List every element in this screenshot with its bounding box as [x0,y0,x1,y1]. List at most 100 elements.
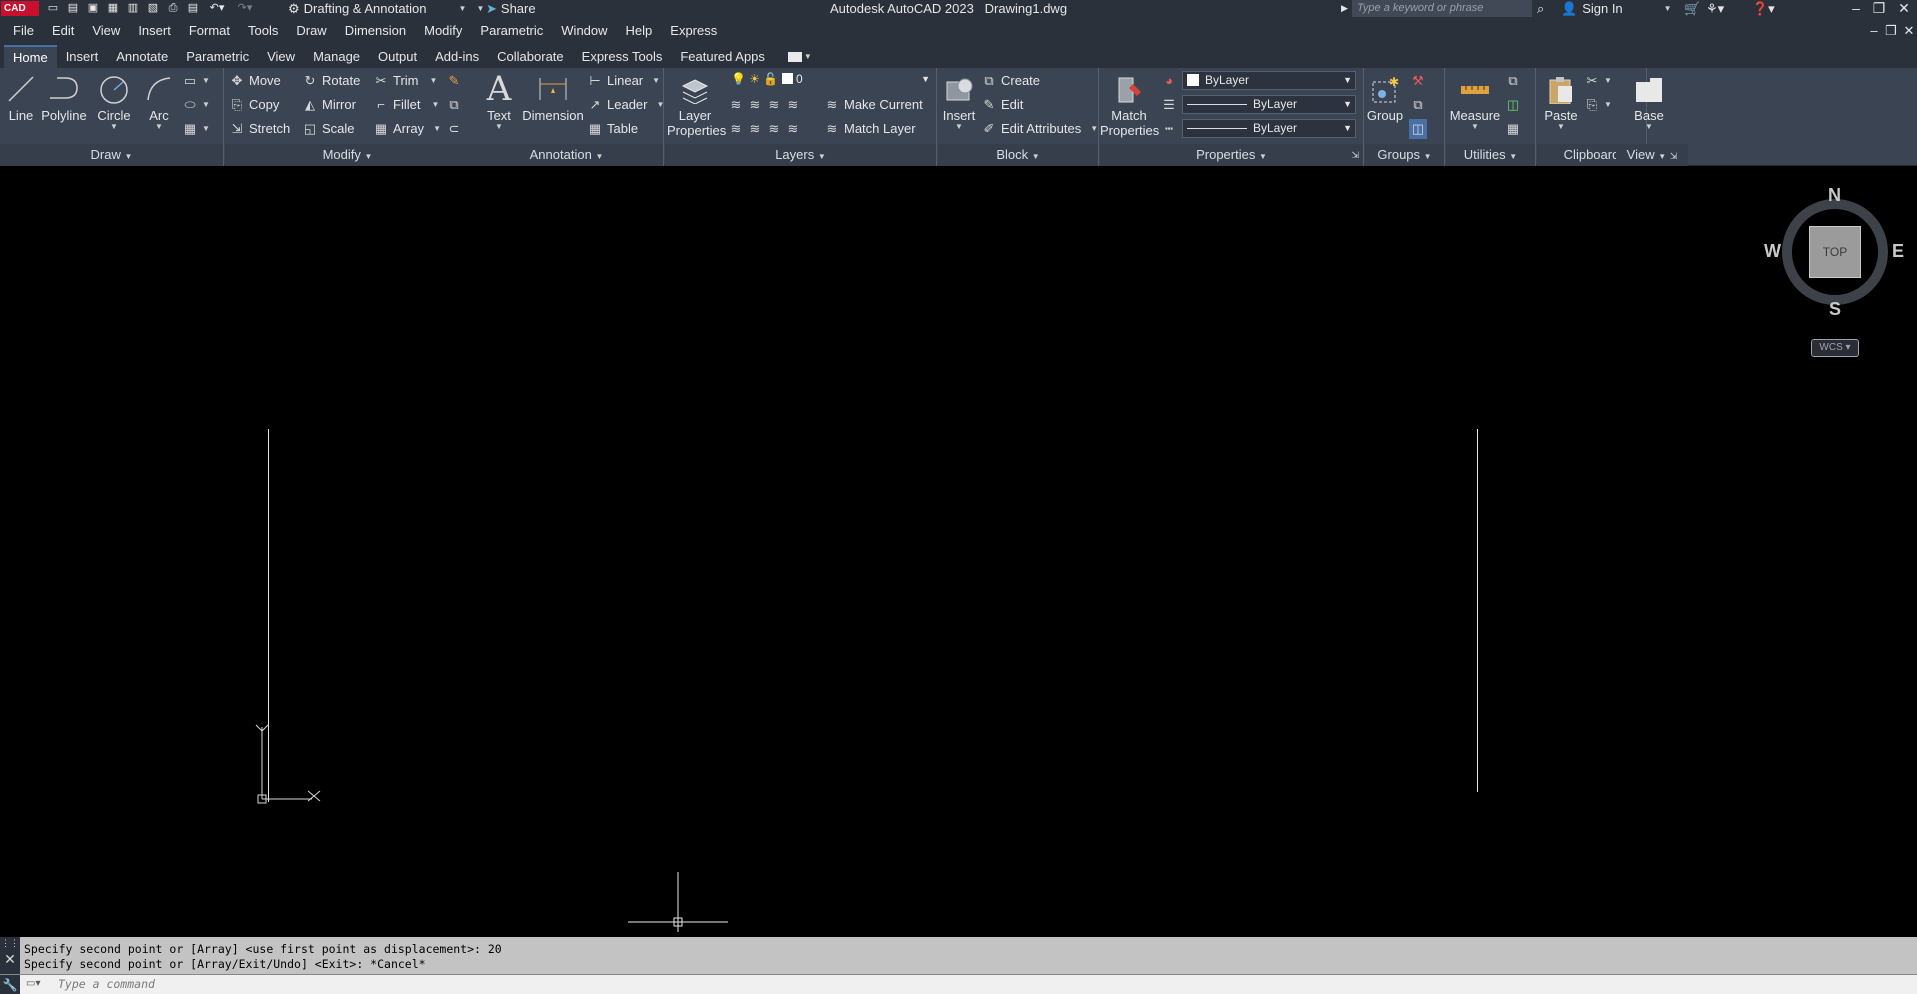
help-icon[interactable]: ❓▾ [1752,0,1775,17]
menu-modify[interactable]: Modify [418,17,474,45]
quick-select-icon[interactable]: ⧉ [1506,71,1520,91]
edit-attributes-button[interactable]: ✐ Edit Attributes ▼ [982,119,1099,139]
tab-collaborate[interactable]: Collaborate [488,45,573,68]
search-expand-icon[interactable]: ▶ [1341,0,1348,17]
compass-west[interactable]: W [1764,241,1781,262]
close-button[interactable]: ✕ [1893,0,1915,17]
layer-thaw-icon[interactable]: ≋ [767,122,781,136]
tab-home[interactable]: Home [4,45,57,68]
base-view-button[interactable]: Base ▼ [1616,74,1682,131]
minimize-button[interactable]: – [1845,0,1867,17]
paste-button[interactable]: Paste ▼ [1539,74,1583,131]
ungroup-icon[interactable]: ⚒ [1411,71,1425,91]
rotate-button[interactable]: ↻ Rotate [303,71,361,91]
move-button[interactable]: ✥ Move [230,71,281,91]
menu-view[interactable]: View [86,17,132,45]
group-edit-icon[interactable]: ⧉ [1411,95,1425,115]
new-icon[interactable]: ▭ [46,1,60,15]
menu-draw[interactable]: Draw [290,17,338,45]
save-icon[interactable]: ▣ [86,1,100,15]
panel-title-block[interactable]: Block ▼ [938,144,1098,166]
leader-button[interactable]: ↗ Leader ▼ [588,95,665,115]
restore-button[interactable]: ❐ [1868,0,1890,17]
customize-qat-icon[interactable]: ▼ [476,0,484,17]
tab-manage[interactable]: Manage [304,45,369,68]
arc-button[interactable]: Arc ▼ [142,74,176,131]
plot-icon[interactable]: ⎙ [166,1,180,15]
ribbon-minimize-toggle[interactable]: ▼ [787,45,812,68]
workspace-switcher[interactable]: ⚙ Drafting & Annotation ▼ ▼ [288,0,484,17]
drawing-canvas[interactable] [0,167,1917,937]
measure-button[interactable]: Measure ▼ [1448,74,1502,131]
recent-commands-icon[interactable]: ▭▾ [26,978,40,989]
compass-north[interactable]: N [1828,185,1841,206]
menu-format[interactable]: Format [183,17,242,45]
tab-featured-apps[interactable]: Featured Apps [671,45,774,68]
open-icon[interactable]: ▤ [66,1,80,15]
trim-button[interactable]: ✂ Trim ▼ [374,71,438,91]
wcs-menu[interactable]: WCS ▾ [1811,339,1859,357]
linear-button[interactable]: ⊢ Linear ▼ [588,71,660,91]
erase-button[interactable]: ✎ [447,71,461,91]
cart-icon[interactable]: 🛒 [1684,0,1700,17]
dimension-button[interactable]: Dimension [520,74,586,123]
layer-properties-button[interactable]: Layer Properties [667,74,726,138]
layer-unisolate-icon[interactable]: ≋ [748,122,762,136]
linetype-icon[interactable]: ┅ [1162,119,1176,139]
close-command-icon[interactable]: ✕ [0,949,20,969]
autodesk-app-icon[interactable]: ⚘▾ [1706,0,1724,17]
layer-off-icon[interactable]: ≋ [729,98,743,112]
hatch-button[interactable]: ⬭ ▼ [183,95,209,115]
autocad-logo[interactable]: CAD [1,1,39,16]
layer-unlock-icon[interactable]: ≋ [786,122,800,136]
panel-title-draw[interactable]: Draw ▼ [0,144,223,166]
tab-view[interactable]: View [258,45,304,68]
lineweight-icon[interactable]: ☰ [1162,95,1176,115]
fillet-button[interactable]: ⌐ Fillet ▼ [374,95,439,115]
insert-block-button[interactable]: Insert ▼ [940,74,978,131]
array-button[interactable]: ▦ Array ▼ [374,119,441,139]
customize-wrench-icon[interactable]: 🔧 [0,975,20,994]
group-button[interactable]: ✱ Group [1365,74,1405,123]
make-current-button[interactable]: ≋ Make Current [825,95,923,115]
menu-insert[interactable]: Insert [132,17,183,45]
drawn-line-right[interactable] [1477,429,1478,792]
boundary-button[interactable]: ▦ ▼ [183,119,210,139]
tab-parametric[interactable]: Parametric [177,45,258,68]
undo-icon[interactable]: ↶▾ [206,1,228,15]
doc-restore-button[interactable]: ❐ [1881,17,1901,45]
compass-south[interactable]: S [1829,299,1841,320]
panel-title-view[interactable]: View ▼ ⇲ [1616,144,1688,166]
search-icon[interactable]: ⌕ [1537,0,1544,17]
color-wheel-icon[interactable]: ◕ [1162,71,1176,91]
viewcube-top-face[interactable]: TOP [1809,226,1861,278]
match-layer-button[interactable]: ≋ Match Layer [825,119,916,139]
offset-button[interactable]: ⊂ [447,119,461,139]
scale-button[interactable]: ◱ Scale [303,119,355,139]
explode-button[interactable]: ⧉ [447,95,461,115]
panel-title-modify[interactable]: Modify ▼ [225,144,470,166]
calculator-icon[interactable]: ▦ [1506,119,1520,139]
group-selection-icon[interactable]: ◫ [1409,119,1427,139]
command-input[interactable]: Type a command [58,975,155,994]
layer-isolate-icon[interactable]: ≋ [748,98,762,112]
rectangle-button[interactable]: ▭ ▼ [183,71,210,91]
layer-on-tool-icon[interactable]: ≋ [729,122,743,136]
tab-add-ins[interactable]: Add-ins [426,45,488,68]
linetype-dropdown[interactable]: ByLayer ▼ [1182,119,1356,138]
tab-insert[interactable]: Insert [57,45,108,68]
panel-title-properties[interactable]: Properties ▼ ⇲ [1100,144,1363,166]
menu-help[interactable]: Help [620,17,665,45]
menu-express[interactable]: Express [664,17,729,45]
redo-icon[interactable]: ↷▾ [234,1,256,15]
panel-title-utilities[interactable]: Utilities ▼ [1446,144,1535,166]
tab-annotate[interactable]: Annotate [107,45,177,68]
panel-title-layers[interactable]: Layers ▼ [665,144,936,166]
sign-in-button[interactable]: 👤 Sign In ▼ [1561,0,1672,17]
menu-parametric[interactable]: Parametric [474,17,555,45]
tab-output[interactable]: Output [369,45,426,68]
color-dropdown[interactable]: ByLayer ▼ [1182,71,1356,90]
menu-dimension[interactable]: Dimension [339,17,418,45]
layer-freeze-tool-icon[interactable]: ≋ [767,98,781,112]
panel-title-groups[interactable]: Groups ▼ [1365,144,1444,166]
